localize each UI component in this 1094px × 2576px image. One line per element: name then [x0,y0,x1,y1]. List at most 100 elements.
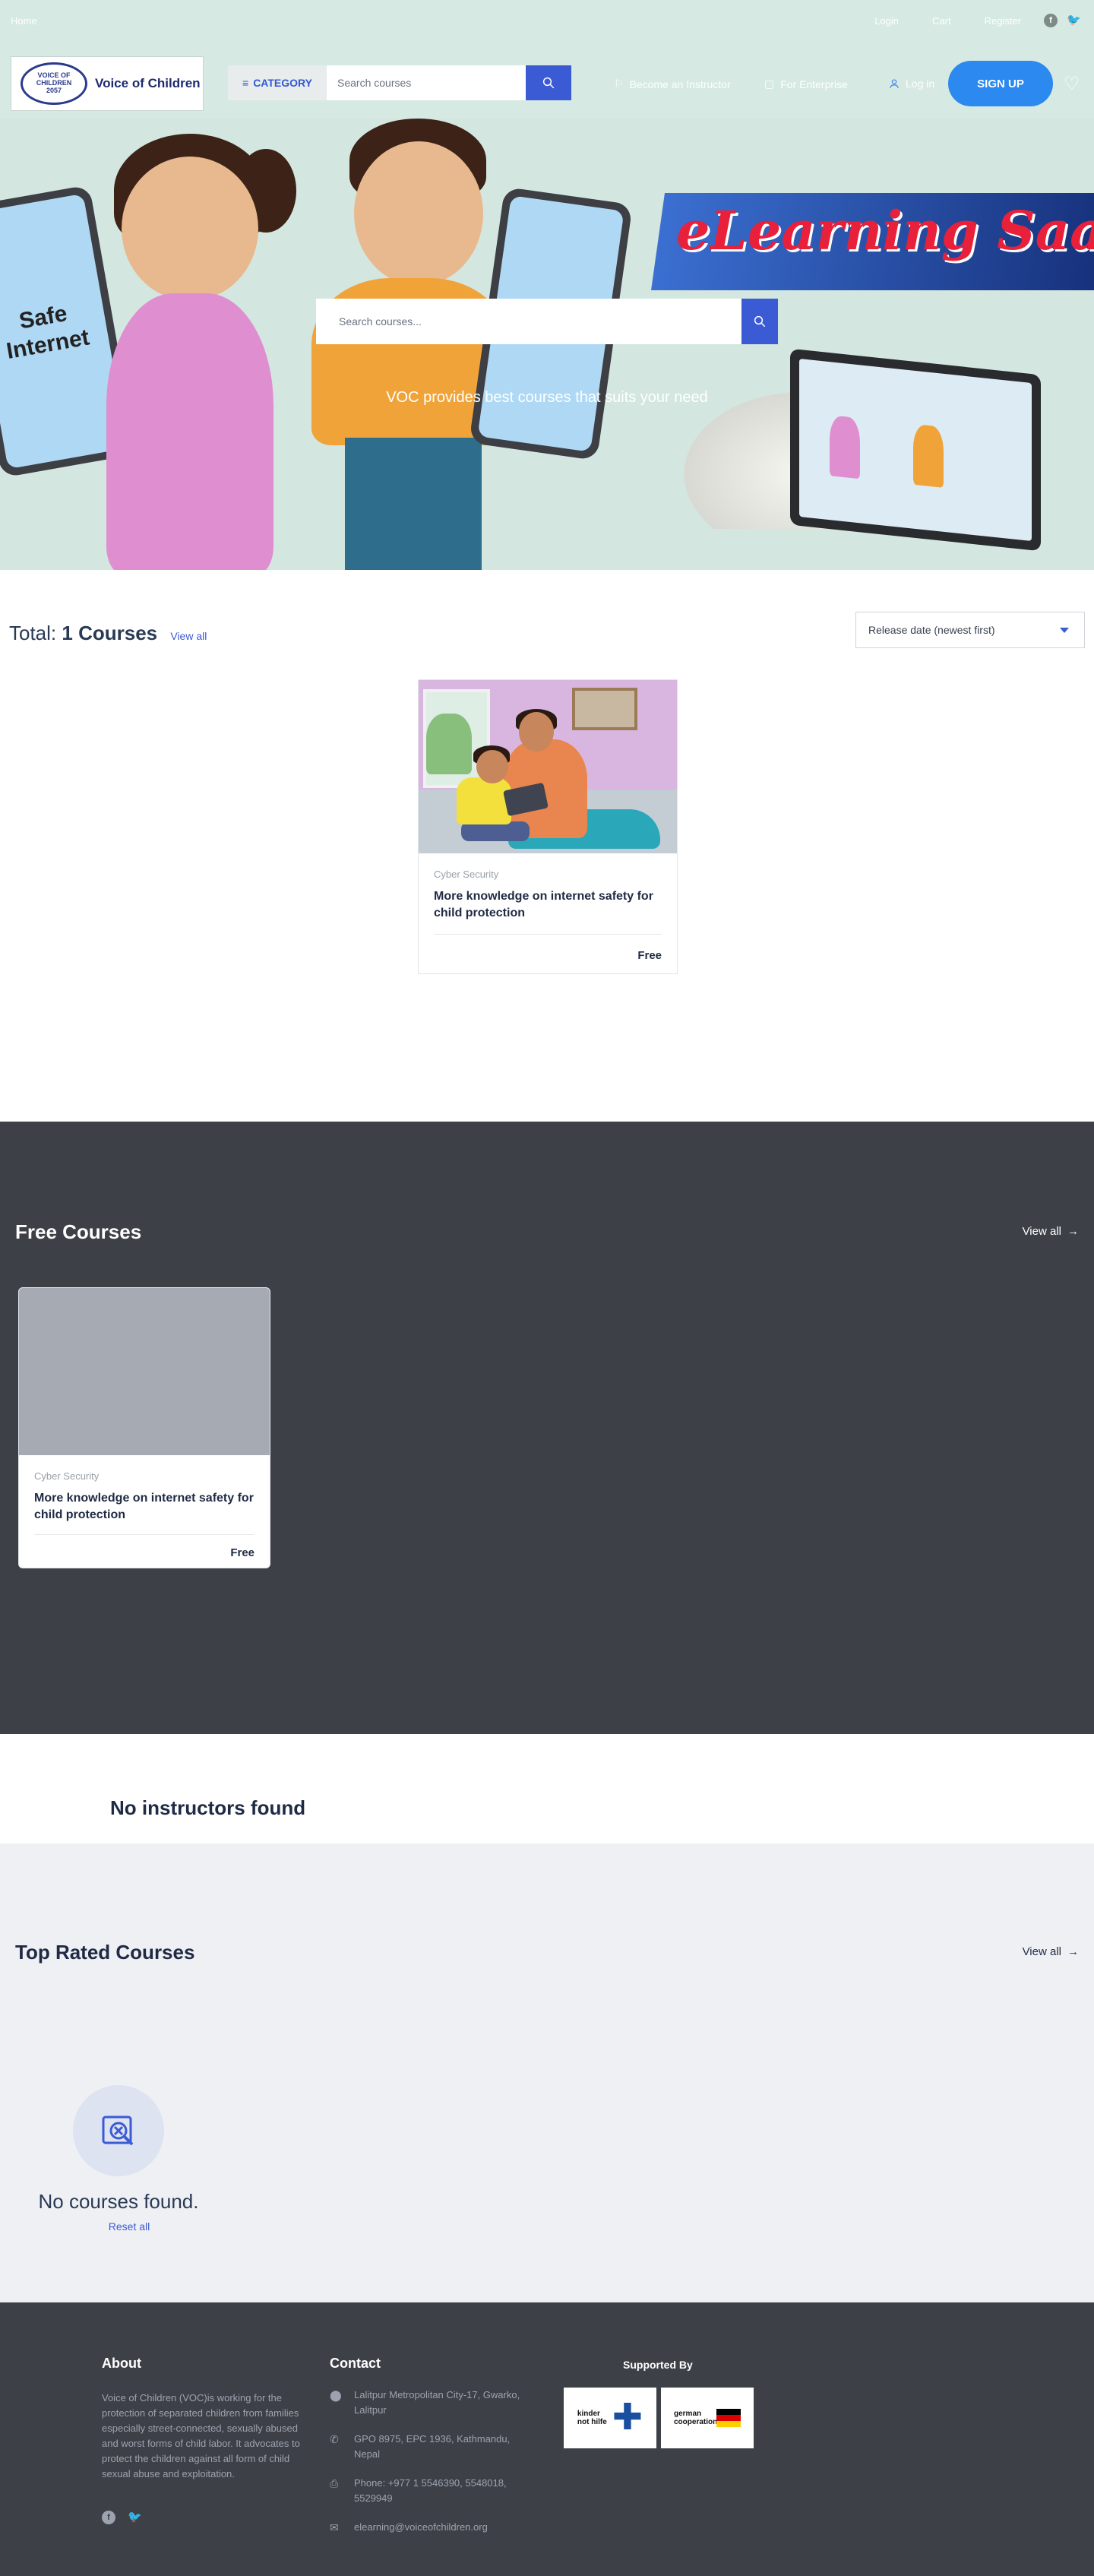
for-enterprise-label: For Enterprise [780,78,848,90]
phone-icon: ✆ [330,2433,339,2445]
reset-all-link[interactable]: Reset all [0,2220,258,2233]
hero-banner: Safe Internet eLearning Saathi Search co… [0,119,1094,570]
free-course-title[interactable]: More knowledge on internet safety for ch… [34,1490,255,1523]
no-instructors-message: No instructors found [110,1796,306,1819]
course-title[interactable]: More knowledge on internet safety for ch… [434,888,662,921]
free-courses-view-all[interactable]: View all → [1023,1225,1079,1238]
courses-total: Total: 1 Courses View all [9,622,207,645]
footer-contact-title: Contact [330,2356,381,2371]
logo-seal: VOICE OF CHILDREN 2057 [21,62,87,105]
no-results-icon [102,2116,134,2146]
logo-seal-year: 2057 [46,86,62,94]
footer-about-text: Voice of Children (VOC)is working for th… [102,2392,300,2479]
category-button[interactable]: ≡ CATEGORY [228,65,327,100]
sponsor-2-name: german cooperation [674,2410,718,2426]
hero-laptop-screen [799,358,1032,542]
footer-phone: ⎙ Phone: +977 1 5546390, 5548018, 552994… [330,2476,527,2506]
empty-courses-icon [73,2085,164,2176]
free-course-thumbnail-placeholder[interactable] [19,1288,270,1455]
arrow-right-icon: → [1067,1945,1079,1958]
facebook-icon[interactable]: f [1044,14,1058,27]
total-prefix: Total: [9,622,57,644]
top-rated-title: Top Rated Courses [15,1941,195,1964]
cross-icon: ✚ [612,2397,643,2438]
menu-icon: ≡ [242,77,249,89]
top-rated-view-all-label: View all [1022,1945,1061,1958]
hero-search-button[interactable] [741,299,778,344]
caret-down-icon [1060,628,1069,633]
footer-address-text: Lalitpur Metropolitan City-17, Gwarko, L… [354,2389,520,2416]
map-pin-icon: ⬤ [330,2389,342,2401]
no-courses-message: No courses found. [38,2190,199,2213]
twitter-icon[interactable]: 🐦 [128,2511,142,2524]
courses-view-all-link[interactable]: View all [170,630,207,642]
search-icon [542,77,555,89]
hero-title: eLearning Saathi [676,199,1094,262]
top-rated-section: Top Rated Courses View all → No courses … [0,1843,1094,2302]
card-divider [434,934,662,935]
free-courses-title: Free Courses [15,1220,142,1243]
footer-address: ⬤ Lalitpur Metropolitan City-17, Gwarko,… [330,2388,527,2418]
search-icon [754,315,766,328]
hero-girl-illustration [84,134,296,570]
free-course-card[interactable]: Cyber Security More knowledge on interne… [18,1287,270,1568]
footer-po-box: ✆ GPO 8975, EPC 1936, Kathmandu, Nepal [330,2432,527,2462]
become-instructor-label: Become an Instructor [629,78,731,90]
sort-selected-value: Release date (newest first) [868,624,995,636]
footer-email-text[interactable]: elearning@voiceofchildren.org [354,2520,488,2535]
total-count: 1 Courses [62,622,158,644]
sponsor-logo-german-cooperation[interactable]: german cooperation [661,2388,754,2448]
free-courses-section: Free Courses View all → Cyber Security M… [0,1122,1094,1734]
logo-seal-text: VOICE OF CHILDREN [36,71,72,87]
footer-po-box-text: GPO 8975, EPC 1936, Kathmandu, Nepal [354,2433,511,2460]
wishlist-heart-icon[interactable]: ♡ [1064,73,1080,95]
header-search-placeholder: Search courses [337,77,412,89]
chalkboard-icon: ⚐ [614,78,624,90]
top-login-link[interactable]: Login [874,15,899,27]
facebook-icon[interactable]: f [102,2511,115,2524]
top-strip-links: Login Cart Register [874,15,1021,27]
header-search-button[interactable] [526,65,571,100]
hero-search-placeholder: Search courses... [339,315,422,328]
course-card[interactable]: Cyber Security More knowledge on interne… [418,679,678,974]
top-strip: Home Login Cart Register f 🐦 [0,0,1094,43]
sponsor-1-name: kinder not hilfe [577,2410,607,2426]
arrow-right-icon: → [1067,1225,1079,1238]
footer-about-title: About [102,2356,141,2371]
site-logo[interactable]: VOICE OF CHILDREN 2057 Voice of Children [11,56,204,111]
sort-select[interactable]: Release date (newest first) [855,612,1085,648]
course-thumbnail[interactable] [419,680,677,853]
top-rated-view-all[interactable]: View all → [1023,1945,1079,1958]
top-cart-link[interactable]: Cart [932,15,951,27]
envelope-icon: ✉ [330,2521,339,2533]
footer-email[interactable]: ✉ elearning@voiceofchildren.org [330,2520,527,2535]
footer-phone-text: Phone: +977 1 5546390, 5548018, 5529949 [354,2477,507,2504]
hero-tagline: VOC provides best courses that suits you… [386,389,708,406]
top-social: f 🐦 [1044,14,1081,27]
site-header: VOICE OF CHILDREN 2057 Voice of Children … [0,43,1094,119]
printer-icon: ⎙ [330,2477,339,2489]
course-category[interactable]: Cyber Security [434,869,498,880]
category-label: CATEGORY [253,77,312,89]
logo-text: Voice of Children [95,76,201,90]
user-icon [890,79,899,88]
hero-search-input[interactable]: Search courses... [316,299,741,344]
free-course-price: Free [230,1546,255,1559]
signup-button[interactable]: SIGN UP [948,61,1053,106]
sponsor-logo-kindernothilfe[interactable]: kinder not hilfe ✚ [564,2388,656,2448]
become-instructor-link[interactable]: ⚐ Become an Instructor [614,78,731,90]
top-strip-home-link[interactable]: Home [11,15,37,27]
hero-laptop-illustration [790,348,1041,552]
twitter-icon[interactable]: 🐦 [1067,14,1081,27]
login-label: Log in [906,78,935,90]
for-enterprise-link[interactable]: ▢ For Enterprise [764,78,848,90]
top-register-link[interactable]: Register [985,15,1021,27]
flag-icon [716,2409,741,2427]
course-price: Free [637,949,662,962]
login-link[interactable]: Log in [889,78,934,90]
briefcase-icon: ▢ [764,78,775,90]
free-course-category[interactable]: Cyber Security [34,1470,99,1482]
footer-social: f 🐦 [102,2511,142,2524]
site-footer: About Voice of Children (VOC)is working … [0,2302,1094,2576]
header-search-input[interactable]: Search courses [327,65,526,100]
